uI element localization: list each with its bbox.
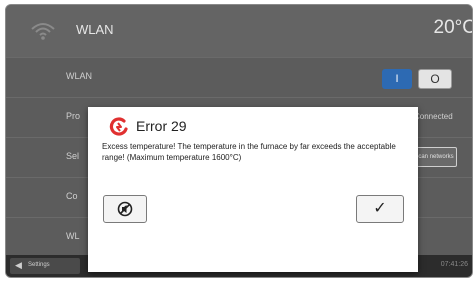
back-arrow-icon: ◀ (15, 260, 22, 270)
back-label: Settings (28, 262, 50, 268)
page-title: WLAN (76, 22, 114, 37)
mute-alarm-button[interactable] (103, 195, 147, 223)
settings-row-wlan: WLAN I O (6, 57, 472, 97)
error-title: Error 29 (136, 118, 187, 134)
row-label: Sel (66, 151, 80, 161)
temperature-readout: 20°C (433, 17, 473, 38)
confirm-button[interactable]: ✓ (356, 195, 404, 223)
error-icon (109, 117, 128, 136)
header-bar: WLAN 20°C (6, 5, 472, 57)
device-screen: WLAN 20°C WLAN I O Pro Connected Sel Sca… (5, 4, 473, 278)
row-label: Pro (66, 111, 81, 121)
connection-status: Connected (414, 112, 453, 121)
wlan-on-button[interactable]: I (382, 69, 412, 89)
back-button[interactable]: ◀ Settings (10, 258, 80, 274)
row-label: WLAN (66, 71, 93, 81)
wlan-off-button[interactable]: O (418, 69, 452, 89)
row-label: Co (66, 191, 78, 201)
row-label: WL (66, 231, 80, 241)
clock: 07:41:26 (440, 261, 468, 268)
error-message: Excess temperature! The temperature in t… (102, 142, 396, 162)
error-dialog: Error 29 Excess temperature! The tempera… (88, 107, 418, 272)
mute-alarm-icon (117, 201, 133, 217)
wifi-icon (31, 23, 55, 40)
